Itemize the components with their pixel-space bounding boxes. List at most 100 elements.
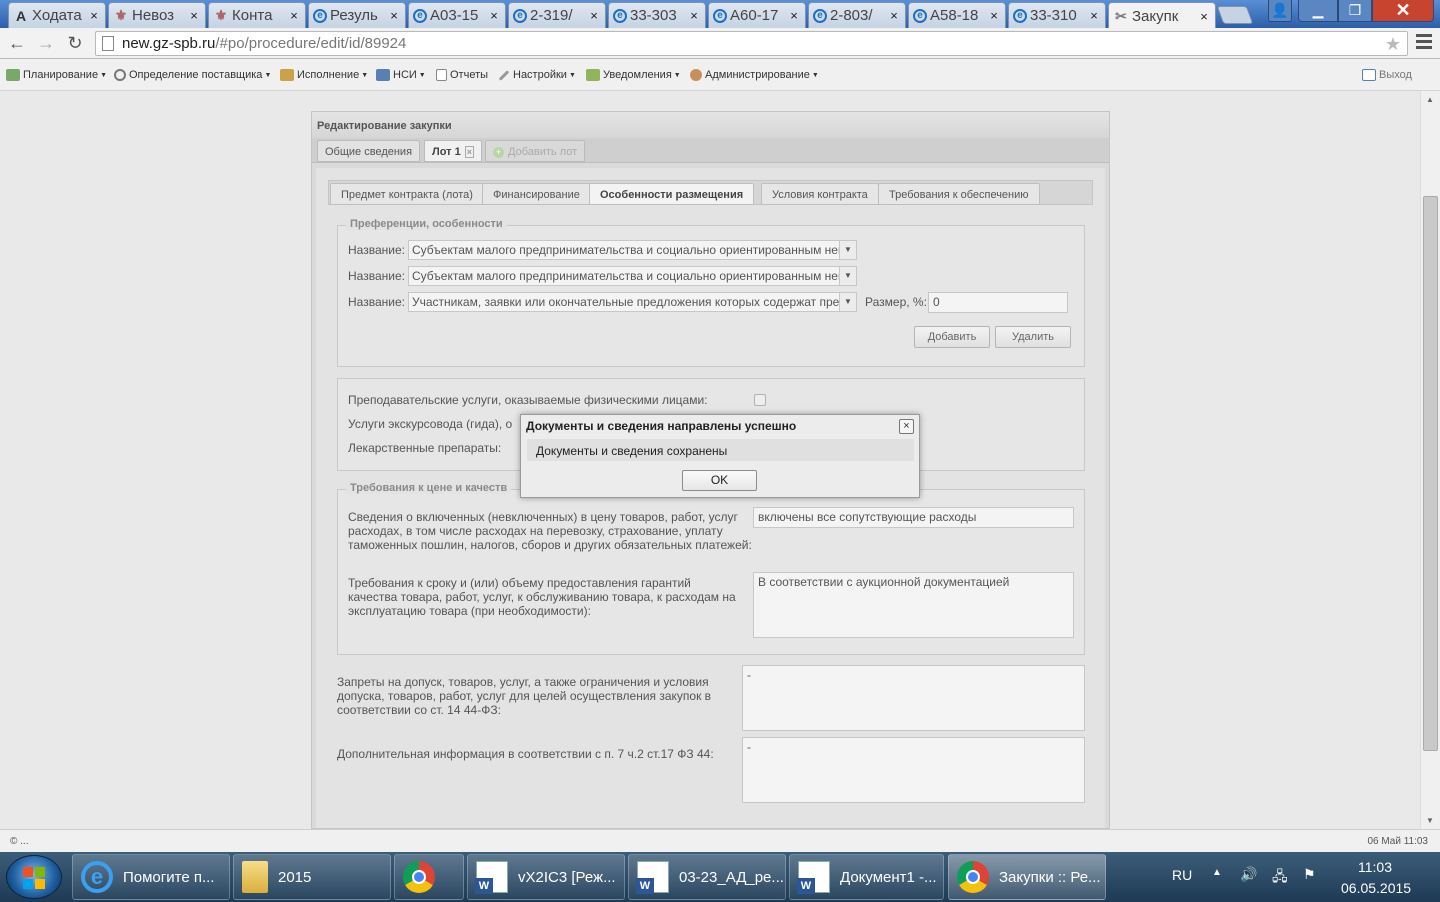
size-input[interactable]: 0 xyxy=(928,292,1068,313)
taskbar-item-word-1[interactable]: vX2IC3 [Реж... xyxy=(467,854,625,900)
execution-icon xyxy=(280,69,294,81)
tab-contract-terms[interactable]: Условия контракта xyxy=(761,183,879,205)
close-tab-icon[interactable]: × xyxy=(887,8,901,23)
close-tab-icon[interactable]: × xyxy=(987,8,1001,23)
exit-button[interactable]: Выход xyxy=(1362,69,1412,81)
browser-tab[interactable]: e 33-303 × xyxy=(608,2,706,28)
close-tab-icon[interactable]: × xyxy=(587,8,601,23)
network-icon[interactable]: 🖧 xyxy=(1272,866,1288,890)
browser-tab[interactable]: e 33-310 × xyxy=(1008,2,1106,28)
teaching-services-checkbox[interactable] xyxy=(754,394,766,406)
scroll-thumb[interactable] xyxy=(1423,196,1438,751)
name-label: Название: xyxy=(348,243,405,257)
taskbar-item-word-2[interactable]: 03-23_АД_ре... xyxy=(628,854,786,900)
close-tab-icon[interactable]: × xyxy=(787,8,801,23)
volume-icon[interactable]: 🔊 xyxy=(1240,866,1257,883)
close-tab-icon[interactable]: × xyxy=(87,8,101,23)
document-e-icon: e xyxy=(313,8,327,23)
browser-tab[interactable]: e 2-319/× xyxy=(508,2,606,28)
chevron-down-icon[interactable]: ▼ xyxy=(839,241,856,259)
browser-tab[interactable]: e А03-15 × xyxy=(408,2,506,28)
browser-tab-active[interactable]: ✂ Закупк × xyxy=(1108,2,1216,29)
document-e-icon: e xyxy=(713,8,727,23)
close-tab-icon[interactable]: × xyxy=(1087,8,1101,23)
extra-info-textarea[interactable]: - xyxy=(742,737,1085,803)
chevron-down-icon[interactable]: ▼ xyxy=(839,267,856,285)
close-tab-icon[interactable]: × xyxy=(187,8,201,23)
browser-tab[interactable]: e 2-803/× xyxy=(808,2,906,28)
tab-contract-subject[interactable]: Предмет контракта (лота) xyxy=(330,183,484,205)
browser-tab[interactable]: A Ходата × xyxy=(8,2,106,28)
document-e-icon: e xyxy=(413,8,427,23)
taskbar-item-word-3[interactable]: Документ1 -... xyxy=(789,854,944,900)
add-button[interactable]: Добавить xyxy=(914,326,990,348)
tray-date[interactable]: 06.05.2015 xyxy=(1341,880,1411,896)
guarantee-requirements-textarea[interactable]: В соответствии с аукционной документацие… xyxy=(753,572,1074,638)
browser-tab[interactable]: ⚜ Невоз × xyxy=(108,2,206,28)
close-tab-icon[interactable]: × xyxy=(687,8,701,23)
language-indicator[interactable]: RU xyxy=(1172,867,1192,883)
close-tab-icon[interactable]: × xyxy=(387,8,401,23)
taskbar-item-ie[interactable]: e Помогите п... xyxy=(72,854,230,900)
tab-general[interactable]: Общие сведения xyxy=(317,140,421,162)
bans-textarea[interactable]: - xyxy=(742,665,1085,731)
user-profile-icon[interactable]: 👤 xyxy=(1268,0,1292,22)
tray-time[interactable]: 11:03 xyxy=(1358,859,1392,875)
start-button[interactable] xyxy=(6,855,62,899)
new-tab-button[interactable] xyxy=(1216,6,1254,24)
preference-select-3[interactable]: Участникам, заявки или окончательные пре… xyxy=(408,292,857,312)
user-icon xyxy=(690,69,702,81)
action-center-icon[interactable]: ⚑ xyxy=(1303,866,1316,883)
menu-execution[interactable]: Исполнение ▼ xyxy=(280,69,368,81)
tools-icon: ✂ xyxy=(1115,7,1127,24)
word-icon xyxy=(636,861,669,894)
close-tab-icon[interactable]: × xyxy=(487,8,501,23)
preference-select-1[interactable]: Субъектам малого предпринимательства и с… xyxy=(408,240,857,260)
scroll-down-icon[interactable]: ▼ xyxy=(1426,816,1434,825)
reload-icon[interactable]: ↻ xyxy=(64,32,86,54)
menu-notifications[interactable]: Уведомления ▼ xyxy=(586,69,681,81)
address-bar[interactable]: new.gz-spb.ru/#po/procedure/edit/id/8992… xyxy=(95,31,1408,56)
taskbar-item-chrome[interactable] xyxy=(394,854,464,900)
close-tab-icon[interactable]: × xyxy=(1197,9,1211,24)
tab-lot-1[interactable]: Лот 1 × xyxy=(424,140,482,162)
close-lot-icon[interactable]: × xyxy=(464,146,474,158)
scroll-up-icon[interactable]: ▲ xyxy=(1426,95,1434,104)
taskbar-item-chrome-active[interactable]: Закупки :: Ре... xyxy=(948,854,1106,900)
menu-administration[interactable]: Администрирование ▼ xyxy=(690,69,819,81)
drugs-label: Лекарственные препараты: xyxy=(348,441,502,455)
success-dialog: Документы и сведения направлены успешно … xyxy=(520,414,920,498)
close-icon[interactable]: × xyxy=(899,419,914,434)
tab-placement-features[interactable]: Особенности размещения xyxy=(589,183,755,205)
tab-financing[interactable]: Финансирование xyxy=(482,183,591,205)
menu-settings[interactable]: Настройки ▼ xyxy=(498,69,576,81)
tab-security-requirements[interactable]: Требования к обеспечению xyxy=(878,183,1040,205)
lot-content: Предмет контракта (лота) Финансирование … xyxy=(316,168,1105,828)
browser-tab[interactable]: e А58-18 × xyxy=(908,2,1006,28)
browser-menu-icon[interactable] xyxy=(1416,34,1432,52)
delete-button[interactable]: Удалить xyxy=(995,326,1071,348)
chevron-down-icon[interactable]: ▼ xyxy=(839,293,856,311)
browser-tab[interactable]: e А60-17 × xyxy=(708,2,806,28)
menu-planning[interactable]: Планирование ▼ xyxy=(6,69,107,81)
close-tab-icon[interactable]: × xyxy=(287,8,301,23)
back-icon[interactable]: ← xyxy=(6,32,28,54)
ok-button[interactable]: OK xyxy=(682,470,757,491)
menu-reports[interactable]: Отчеты xyxy=(436,69,488,81)
menu-nsi[interactable]: НСИ ▼ xyxy=(376,69,426,81)
browser-tab[interactable]: e Резуль × xyxy=(308,2,406,28)
close-window-button[interactable]: ✕ xyxy=(1372,0,1434,22)
add-lot-button[interactable]: + Добавить лот xyxy=(485,140,586,162)
tray-expand-icon[interactable]: ▲ xyxy=(1212,867,1222,878)
menu-supplier[interactable]: Определение поставщика ▼ xyxy=(114,69,271,81)
forward-icon[interactable]: → xyxy=(35,32,57,54)
maximize-button[interactable]: ❐ xyxy=(1338,0,1372,22)
bookmark-star-icon[interactable]: ★ xyxy=(1385,34,1401,55)
preference-select-2[interactable]: Субъектам малого предпринимательства и с… xyxy=(408,266,857,286)
vertical-scrollbar[interactable]: ▲ ▼ xyxy=(1420,91,1440,829)
browser-tab[interactable]: ⚜ Конта × xyxy=(208,2,306,28)
taskbar-item-folder[interactable]: 2015 xyxy=(233,854,391,900)
included-costs-input[interactable]: включены все сопутствующие расходы xyxy=(753,507,1074,528)
copyright-text: © ... xyxy=(10,836,29,847)
minimize-button[interactable]: ▁ xyxy=(1298,0,1338,22)
